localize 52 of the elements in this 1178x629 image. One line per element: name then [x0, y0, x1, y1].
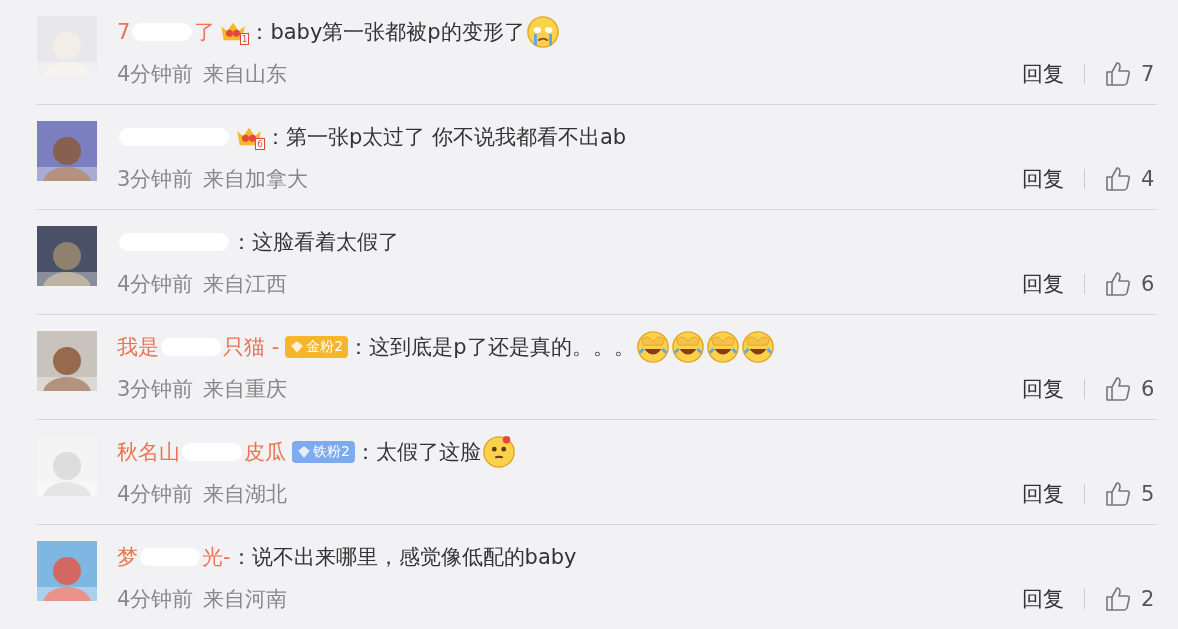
comment-location: 来自加拿大	[203, 166, 309, 193]
thumbs-up-icon[interactable]	[1105, 376, 1131, 402]
like-count: 6	[1141, 272, 1156, 296]
comment-time: 4分钟前	[117, 61, 194, 88]
comment-text: ：第一张p太过了 你不说我都看不出ab	[265, 124, 627, 151]
thumbs-up-icon[interactable]	[1105, 481, 1131, 507]
comment-location: 来自湖北	[203, 481, 288, 508]
emoji-face-icon	[670, 330, 705, 364]
thumbs-up-icon[interactable]	[1105, 586, 1131, 612]
user-name[interactable]: 了	[194, 18, 216, 46]
reply-button[interactable]: 回复	[1022, 270, 1064, 298]
fan-badge: 铁粉2	[292, 441, 355, 463]
comment-text: ：这到底是p了还是真的。。。	[348, 334, 635, 361]
user-name[interactable]: 只猫 -	[223, 333, 280, 361]
comment-text: ：说不出来哪里，感觉像低配的baby	[230, 544, 577, 571]
comment-location: 来自山东	[203, 61, 288, 88]
user-name[interactable]: 我是	[117, 333, 159, 361]
like-count: 2	[1141, 587, 1156, 611]
comment-time: 4分钟前	[117, 586, 194, 613]
like-count: 4	[1141, 167, 1156, 191]
comment-time: 3分钟前	[117, 166, 194, 193]
thumbs-up-icon[interactable]	[1105, 61, 1131, 87]
comment-location: 来自重庆	[203, 376, 288, 403]
emoji-face-icon	[635, 330, 670, 364]
emoji-face-icon	[481, 435, 516, 469]
reply-button[interactable]: 回复	[1022, 585, 1064, 613]
reply-button[interactable]: 回复	[1022, 60, 1064, 88]
comment-location: 来自江西	[203, 271, 288, 298]
like-count: 7	[1141, 62, 1156, 86]
reply-button[interactable]: 回复	[1022, 480, 1064, 508]
emoji-face-icon	[740, 330, 775, 364]
comment-time: 3分钟前	[117, 376, 194, 403]
user-name[interactable]: 皮瓜	[244, 438, 286, 466]
user-name[interactable]: 7	[117, 20, 131, 44]
user-name[interactable]: 梦	[117, 543, 138, 571]
comment-time: 4分钟前	[117, 481, 194, 508]
like-count: 6	[1141, 377, 1156, 401]
comment-time: 4分钟前	[117, 271, 194, 298]
user-name[interactable]: 秋名山	[117, 438, 180, 466]
emoji-face-icon	[705, 330, 740, 364]
comment-text: ：太假了这脸	[354, 439, 481, 466]
comment-text: ：baby第一张都被p的变形了	[249, 19, 525, 46]
comment-text: ：这脸看着太假了	[231, 229, 399, 256]
comment-location: 来自河南	[203, 586, 288, 613]
thumbs-up-icon[interactable]	[1105, 166, 1131, 192]
emoji-face-icon	[525, 15, 560, 49]
user-name[interactable]: 光-	[202, 543, 231, 571]
reply-button[interactable]: 回复	[1022, 375, 1064, 403]
reply-button[interactable]: 回复	[1022, 165, 1064, 193]
fan-badge: 金粉2	[285, 336, 349, 358]
thumbs-up-icon[interactable]	[1105, 271, 1131, 297]
like-count: 5	[1141, 482, 1156, 506]
